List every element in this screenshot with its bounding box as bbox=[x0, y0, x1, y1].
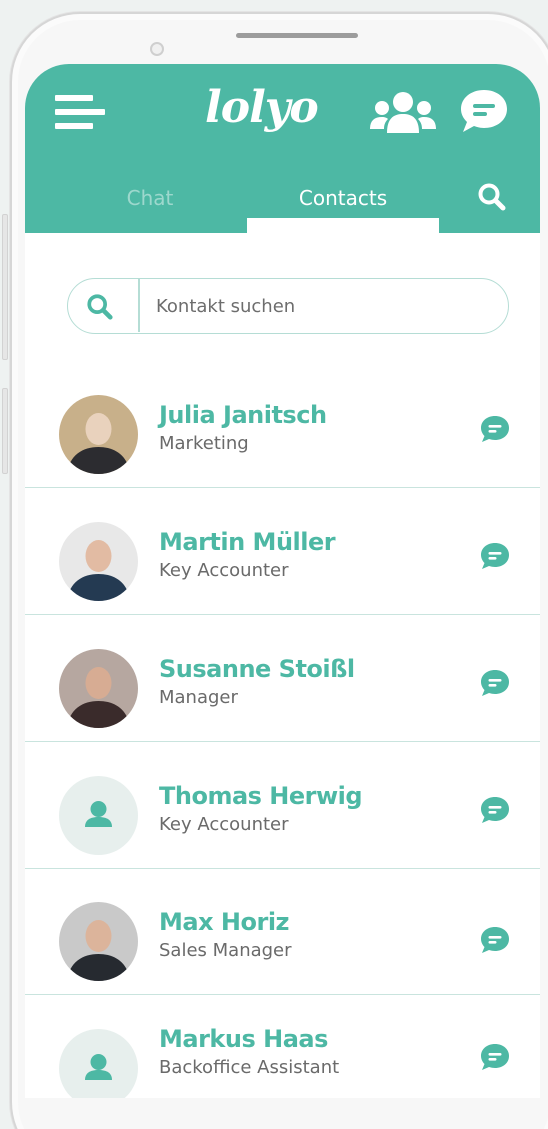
hamburger-menu-icon[interactable] bbox=[55, 95, 105, 133]
contact-name: Thomas Herwig bbox=[159, 782, 363, 810]
contact-role: Backoffice Assistant bbox=[159, 1057, 340, 1078]
contact-search-bar bbox=[67, 278, 509, 334]
user-icon bbox=[85, 1054, 112, 1080]
app-screen: lolyo Chat Contacts Kontakt suchen Julia… bbox=[25, 64, 540, 1098]
contact-name: Susanne Stoißl bbox=[159, 655, 355, 683]
active-tab-indicator bbox=[247, 218, 439, 233]
users-group-icon[interactable] bbox=[370, 91, 436, 139]
contact-name: Martin Müller bbox=[159, 528, 336, 556]
search-icon[interactable] bbox=[477, 182, 507, 216]
volume-button bbox=[2, 214, 8, 360]
contact-row[interactable]: Markus Haas Backoffice Assistant bbox=[25, 995, 540, 1098]
chat-bubble-icon[interactable] bbox=[480, 926, 510, 958]
contact-name: Julia Janitsch bbox=[159, 401, 327, 429]
profile-photo bbox=[59, 395, 138, 474]
search-icon[interactable] bbox=[86, 293, 114, 325]
power-button bbox=[2, 388, 8, 474]
contact-row[interactable]: Julia Janitsch Marketing bbox=[25, 361, 540, 488]
contact-role: Key Accounter bbox=[159, 560, 289, 581]
user-icon bbox=[85, 801, 112, 827]
front-camera bbox=[150, 42, 164, 56]
profile-photo bbox=[59, 522, 138, 601]
avatar bbox=[59, 395, 138, 474]
speaker-grille bbox=[236, 33, 358, 38]
profile-photo bbox=[59, 649, 138, 728]
avatar-placeholder bbox=[59, 1029, 138, 1098]
contact-role: Marketing bbox=[159, 433, 249, 454]
chat-bubble-icon[interactable] bbox=[480, 796, 510, 828]
contact-role: Key Accounter bbox=[159, 814, 289, 835]
avatar bbox=[59, 649, 138, 728]
tab-chat[interactable]: Chat bbox=[85, 184, 215, 232]
app-header: lolyo Chat Contacts bbox=[25, 64, 540, 233]
contact-row[interactable]: Martin Müller Key Accounter bbox=[25, 488, 540, 615]
contact-row[interactable]: Thomas Herwig Key Accounter bbox=[25, 742, 540, 869]
profile-photo bbox=[59, 902, 138, 981]
chat-bubble-icon[interactable] bbox=[480, 669, 510, 701]
contact-search-input[interactable] bbox=[156, 291, 486, 321]
contact-role: Sales Manager bbox=[159, 940, 292, 961]
avatar bbox=[59, 902, 138, 981]
contact-role: Manager bbox=[159, 687, 238, 708]
contact-row[interactable]: Max Horiz Sales Manager bbox=[25, 868, 540, 995]
avatar-placeholder bbox=[59, 776, 138, 855]
contact-name: Max Horiz bbox=[159, 908, 290, 936]
chat-bubble-icon[interactable] bbox=[480, 415, 510, 447]
search-divider bbox=[138, 279, 140, 332]
contact-name: Markus Haas bbox=[159, 1025, 328, 1053]
avatar bbox=[59, 522, 138, 601]
messages-icon[interactable] bbox=[459, 88, 509, 138]
chat-bubble-icon[interactable] bbox=[480, 542, 510, 574]
contact-row[interactable]: Susanne Stoißl Manager bbox=[25, 615, 540, 742]
app-logo: lolyo bbox=[205, 82, 319, 133]
chat-bubble-icon[interactable] bbox=[480, 1043, 510, 1075]
